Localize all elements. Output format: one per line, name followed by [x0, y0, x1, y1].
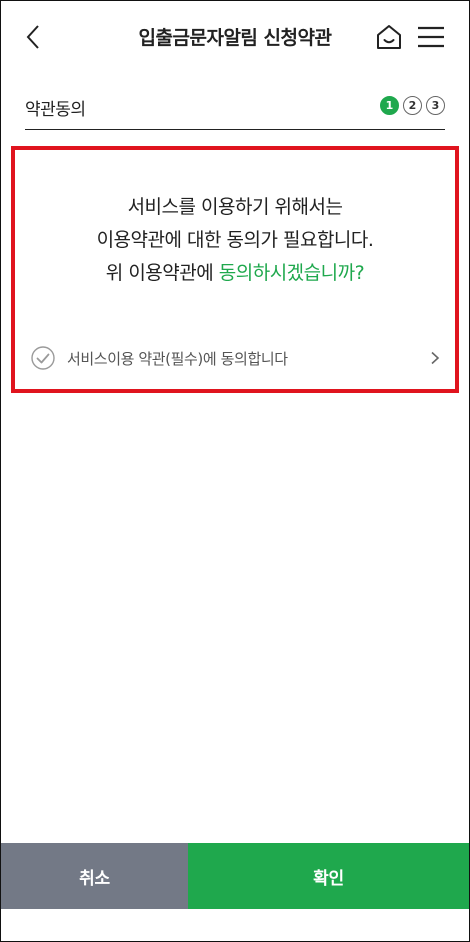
section-title: 약관동의 [25, 100, 86, 120]
step-indicator: 1 2 3 [380, 96, 445, 115]
home-icon [377, 25, 401, 49]
menu-button[interactable] [415, 21, 447, 53]
app-screen: 입출금문자알림 신청약관 약관동의 1 2 3 서비스를 이용하기 위해서는 이… [0, 0, 470, 942]
app-header: 입출금문자알림 신청약관 [1, 1, 469, 73]
confirm-button[interactable]: 확인 [188, 843, 469, 909]
hamburger-menu-icon [418, 26, 444, 48]
chevron-right-icon[interactable] [429, 351, 441, 365]
cancel-button[interactable]: 취소 [1, 843, 188, 909]
home-button[interactable] [373, 21, 405, 53]
step-3: 3 [426, 96, 445, 115]
message-line-3-highlight: 동의하시겠습니까? [218, 262, 365, 284]
section-header: 약관동의 1 2 3 [25, 85, 445, 130]
terms-agree-row[interactable]: 서비스이용 약관(필수)에 동의합니다 [31, 343, 441, 373]
terms-agree-label: 서비스이용 약관(필수)에 동의합니다 [67, 350, 288, 368]
bottom-action-bar: 취소 확인 [1, 843, 469, 909]
message-line-1: 서비스를 이용하기 위해서는 [127, 196, 343, 218]
check-circle-icon[interactable] [31, 346, 55, 370]
consent-message: 서비스를 이용하기 위해서는 이용약관에 대한 동의가 필요합니다. 위 이용약… [15, 191, 455, 290]
message-line-2: 이용약관에 대한 동의가 필요합니다. [96, 229, 374, 251]
message-line-3-prefix: 위 이용약관에 [105, 262, 219, 284]
step-1: 1 [380, 96, 399, 115]
message-line-3: 위 이용약관에 동의하시겠습니까? [15, 257, 455, 290]
step-2: 2 [403, 96, 422, 115]
